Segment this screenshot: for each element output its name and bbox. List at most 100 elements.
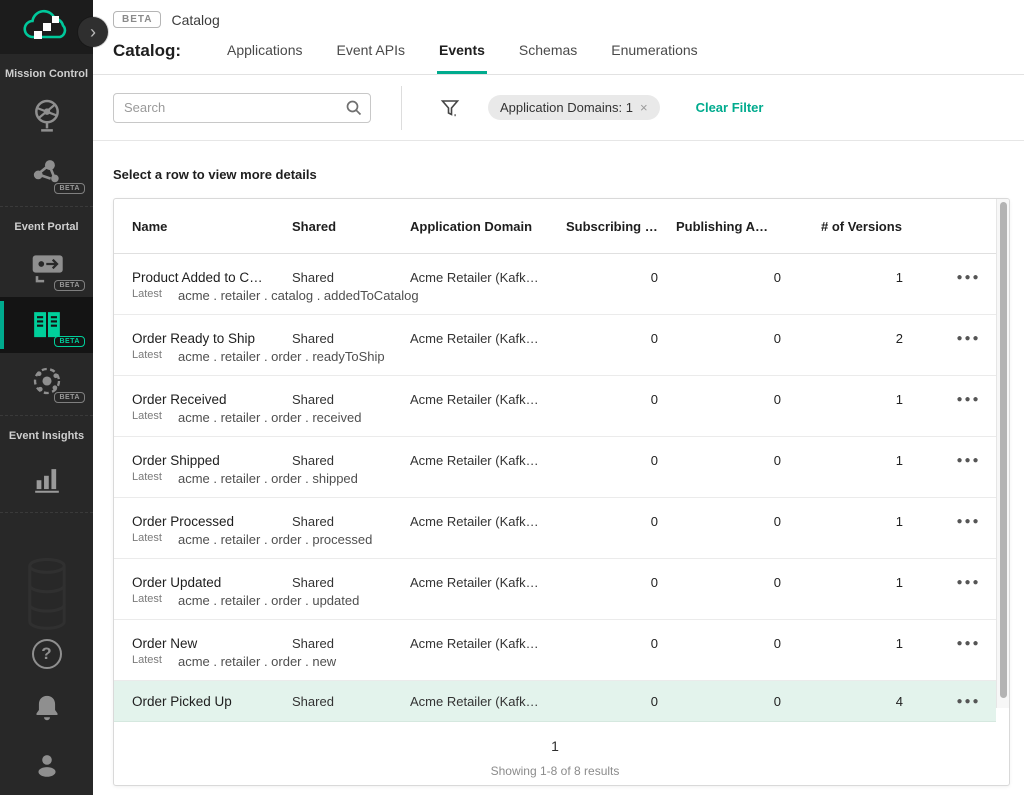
vertical-divider <box>401 86 402 130</box>
filter-chip-application-domains[interactable]: Application Domains: 1 × <box>488 95 660 120</box>
event-name: Order New <box>132 636 292 651</box>
row-actions-menu-icon[interactable]: ●●● <box>941 696 996 707</box>
sidebar-expand-button[interactable]: › <box>78 17 108 47</box>
search-input[interactable] <box>113 93 371 123</box>
tab-event-apis[interactable]: Event APIs <box>335 28 407 74</box>
subscribing-count: 0 <box>566 331 676 346</box>
row-actions-menu-icon[interactable]: ●●● <box>941 638 996 649</box>
latest-label: Latest <box>132 593 162 605</box>
sidebar-item-insights[interactable] <box>0 450 93 506</box>
domain-value: Acme Retailer (Kafk… <box>410 514 566 529</box>
table-row[interactable]: Order New Shared Acme Retailer (Kafk… 0 … <box>114 620 996 681</box>
versions-count: 1 <box>821 392 941 407</box>
shared-value: Shared <box>292 694 410 709</box>
table-row[interactable]: Order Shipped Shared Acme Retailer (Kafk… <box>114 437 996 498</box>
table-row[interactable]: Order Received Shared Acme Retailer (Kaf… <box>114 376 996 437</box>
results-summary: Showing 1-8 of 8 results <box>114 764 996 778</box>
col-name[interactable]: Name <box>132 219 292 234</box>
col-publishing[interactable]: Publishing A… <box>676 219 821 234</box>
tab-schemas[interactable]: Schemas <box>517 28 579 74</box>
breadcrumb-catalog: Catalog <box>171 12 219 28</box>
row-select-hint: Select a row to view more details <box>113 167 1010 182</box>
latest-label: Latest <box>132 654 162 666</box>
col-versions[interactable]: # of Versions <box>821 219 941 234</box>
section-event-insights: Event Insights <box>0 416 93 513</box>
versions-count: 1 <box>821 514 941 529</box>
beta-tag: BETA <box>54 183 85 194</box>
versions-count: 1 <box>821 453 941 468</box>
subscribing-count: 0 <box>566 453 676 468</box>
table-header: Name Shared Application Domain Subscribi… <box>114 199 996 254</box>
subscribing-count: 0 <box>566 514 676 529</box>
beta-tag: BETA <box>54 392 85 403</box>
clear-filter-link[interactable]: Clear Filter <box>696 100 764 115</box>
col-subscribing[interactable]: Subscribing … <box>566 219 676 234</box>
globe-icon <box>29 97 65 135</box>
event-name: Order Ready to Ship <box>132 331 292 346</box>
sidebar-item-designer[interactable]: BETA <box>0 241 93 297</box>
sidebar-item-discovery[interactable]: BETA <box>0 353 93 409</box>
table-row[interactable]: Order Ready to Ship Shared Acme Retailer… <box>114 315 996 376</box>
filter-bar: Application Domains: 1 × Clear Filter <box>93 75 1024 141</box>
publishing-count: 0 <box>676 331 821 346</box>
table-row-selected[interactable]: Order Picked Up Shared Acme Retailer (Ka… <box>114 681 996 722</box>
shared-value: Shared <box>292 453 410 468</box>
versions-count: 1 <box>821 575 941 590</box>
shared-value: Shared <box>292 270 410 285</box>
publishing-count: 0 <box>676 636 821 651</box>
sidebar-item-catalog[interactable]: BETA <box>0 297 93 353</box>
bar-chart-icon <box>29 461 65 495</box>
row-actions-menu-icon[interactable]: ●●● <box>941 272 996 283</box>
table-row[interactable]: Order Processed Shared Acme Retailer (Ka… <box>114 498 996 559</box>
beta-tag: BETA <box>54 336 85 347</box>
subscribing-count: 0 <box>566 575 676 590</box>
sidebar-item-cluster-manager[interactable] <box>0 88 93 144</box>
domain-value: Acme Retailer (Kafk… <box>410 331 566 346</box>
table-scrollbar[interactable] <box>996 199 1009 708</box>
latest-label: Latest <box>132 532 162 544</box>
event-topic: acme . retailer . catalog . addedToCatal… <box>178 288 419 303</box>
col-shared[interactable]: Shared <box>292 219 410 234</box>
row-actions-menu-icon[interactable]: ●●● <box>941 333 996 344</box>
tab-enumerations[interactable]: Enumerations <box>609 28 699 74</box>
domain-value: Acme Retailer (Kafk… <box>410 575 566 590</box>
publishing-count: 0 <box>676 270 821 285</box>
section-event-portal: Event Portal BETA BETA <box>0 207 93 416</box>
chip-close-icon[interactable]: × <box>640 100 648 115</box>
event-topic: acme . retailer . order . received <box>178 410 362 425</box>
shared-value: Shared <box>292 636 410 651</box>
domain-value: Acme Retailer (Kafk… <box>410 392 566 407</box>
subscribing-count: 0 <box>566 392 676 407</box>
sidebar-item-mesh-manager[interactable]: BETA <box>0 144 93 200</box>
row-actions-menu-icon[interactable]: ●●● <box>941 516 996 527</box>
event-name: Order Processed <box>132 514 292 529</box>
tab-applications[interactable]: Applications <box>225 28 305 74</box>
row-actions-menu-icon[interactable]: ●●● <box>941 455 996 466</box>
event-portal-label: Event Portal <box>0 217 93 241</box>
publishing-count: 0 <box>676 694 821 709</box>
page-number[interactable]: 1 <box>551 738 559 754</box>
row-actions-menu-icon[interactable]: ●●● <box>941 394 996 405</box>
event-name: Order Updated <box>132 575 292 590</box>
filter-chip-label: Application Domains: 1 <box>500 100 633 115</box>
sidebar: › Mission Control BETA <box>0 0 93 795</box>
event-topic: acme . retailer . order . processed <box>178 532 372 547</box>
table-row[interactable]: Product Added to C… Shared Acme Retailer… <box>114 254 996 315</box>
tab-events[interactable]: Events <box>437 28 487 74</box>
scrollbar-thumb[interactable] <box>1000 202 1007 698</box>
main-panel: BETA Catalog Catalog: Applications Event… <box>93 0 1024 795</box>
filter-funnel-icon[interactable] <box>440 98 460 118</box>
help-icon[interactable]: ? <box>32 639 62 669</box>
table-row[interactable]: Order Updated Shared Acme Retailer (Kafk… <box>114 559 996 620</box>
catalog-tabs: Applications Event APIs Events Schemas E… <box>225 28 700 74</box>
notifications-bell-icon[interactable] <box>30 691 64 727</box>
event-topic: acme . retailer . order . new <box>178 654 336 669</box>
col-application-domain[interactable]: Application Domain <box>410 219 566 234</box>
event-name: Order Picked Up <box>132 694 292 709</box>
row-actions-menu-icon[interactable]: ●●● <box>941 577 996 588</box>
shared-value: Shared <box>292 575 410 590</box>
publishing-count: 0 <box>676 453 821 468</box>
user-avatar-icon[interactable] <box>31 749 63 781</box>
publishing-count: 0 <box>676 392 821 407</box>
versions-count: 1 <box>821 270 941 285</box>
